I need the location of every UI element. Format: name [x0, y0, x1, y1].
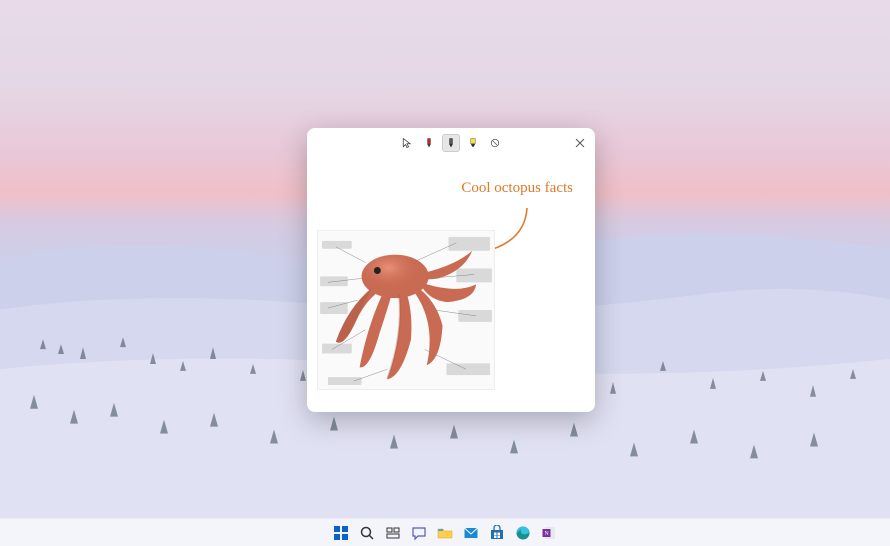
- edge-button[interactable]: [513, 523, 533, 543]
- annotation-toolbar: [307, 128, 595, 158]
- ink-annotation-text: Cool octopus facts: [461, 180, 573, 197]
- taskbar: N: [0, 518, 890, 546]
- snipping-tool-window: Cool octopus facts: [307, 128, 595, 412]
- start-button[interactable]: [331, 523, 351, 543]
- search-button[interactable]: [357, 523, 377, 543]
- svg-text:N: N: [544, 531, 549, 537]
- close-button[interactable]: [573, 136, 587, 150]
- highlighter-tool[interactable]: [464, 134, 482, 152]
- chat-button[interactable]: [409, 523, 429, 543]
- captured-screenshot: [317, 230, 495, 390]
- mail-button[interactable]: [461, 523, 481, 543]
- snip-canvas[interactable]: Cool octopus facts: [307, 158, 595, 412]
- cursor-tool[interactable]: [398, 134, 416, 152]
- eraser-tool[interactable]: [486, 134, 504, 152]
- ballpoint-pen-tool[interactable]: [420, 134, 438, 152]
- onenote-button[interactable]: N: [539, 523, 559, 543]
- task-view-button[interactable]: [383, 523, 403, 543]
- file-explorer-button[interactable]: [435, 523, 455, 543]
- store-button[interactable]: [487, 523, 507, 543]
- pencil-tool[interactable]: [442, 134, 460, 152]
